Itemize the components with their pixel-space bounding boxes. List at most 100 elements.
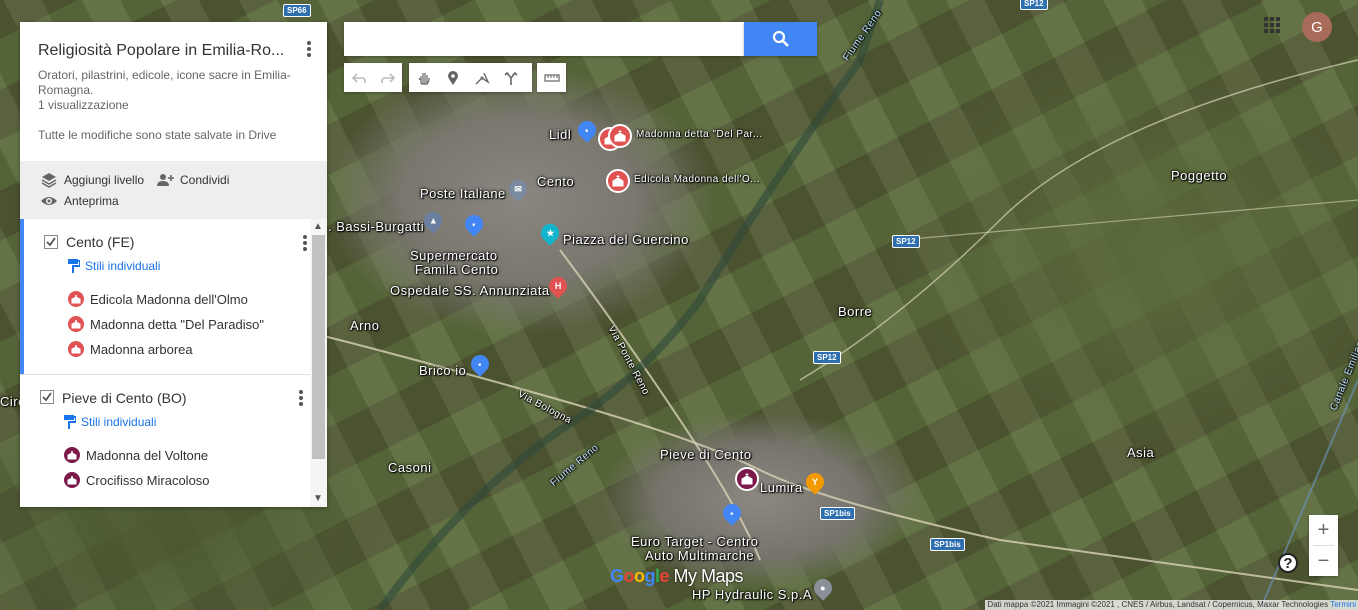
map-place-label: Supermercato: [410, 248, 498, 263]
list-item[interactable]: Edicola Madonna dell'Olmo: [68, 291, 248, 307]
layer-style-link[interactable]: Stili individuali: [64, 415, 156, 429]
measure-group: [537, 63, 566, 92]
list-item[interactable]: Crocifisso Miracoloso: [64, 472, 210, 488]
layer-visibility-checkbox[interactable]: [44, 235, 58, 249]
marker-label[interactable]: Edicola Madonna dell'O...: [634, 174, 760, 185]
help-button[interactable]: ?: [1278, 553, 1298, 573]
hand-icon: [417, 72, 430, 85]
layer-style-link[interactable]: Stili individuali: [68, 259, 160, 273]
layer-options-kebab-icon[interactable]: [294, 389, 308, 407]
redo-button[interactable]: [373, 63, 402, 92]
church-icon: [68, 341, 84, 357]
map-place-label: Borre: [838, 304, 873, 319]
scroll-down-icon[interactable]: ▼: [313, 493, 323, 504]
map-place-label: Pieve di Cento: [660, 447, 752, 462]
account-avatar[interactable]: G: [1302, 12, 1332, 42]
map-place-label: HP Hydraulic S.p.A: [692, 587, 813, 602]
map-place-label: . Bassi-Burgatti: [328, 219, 425, 234]
paint-roller-icon: [64, 415, 76, 429]
eye-icon: [41, 197, 57, 205]
list-item[interactable]: Madonna del Voltone: [64, 447, 208, 463]
list-item-label: Edicola Madonna dell'Olmo: [90, 291, 248, 307]
scrollbar-thumb[interactable]: [312, 235, 325, 459]
church-icon: [68, 316, 84, 332]
list-item-label: Madonna detta "Del Paradiso": [90, 316, 265, 332]
scroll-up-icon[interactable]: ▲: [313, 221, 323, 232]
map-description: Oratori, pilastrini, edicole, icone sacr…: [38, 68, 291, 97]
search-input[interactable]: [344, 22, 744, 56]
list-item[interactable]: Madonna arborea: [68, 341, 193, 357]
paint-roller-icon: [68, 259, 80, 273]
map-place-label: Cento: [537, 174, 575, 189]
layer-visibility-checkbox[interactable]: [40, 390, 54, 404]
directions-button[interactable]: [496, 63, 525, 92]
share-label: Condividi: [180, 173, 230, 187]
map-place-label: Lumira: [760, 480, 803, 495]
zoom-control: + −: [1309, 515, 1338, 576]
place-marker-icon[interactable]: [735, 467, 759, 491]
apps-grid-icon[interactable]: [1264, 17, 1280, 33]
panel-actions: Aggiungi livello Condividi Anteprima: [20, 161, 327, 219]
search-button[interactable]: [744, 22, 817, 56]
place-marker-icon[interactable]: [606, 169, 630, 193]
ruler-icon: [543, 73, 560, 82]
list-item-label: Crocifisso Miracoloso: [86, 472, 210, 488]
map-place-label: Poggetto: [1171, 168, 1228, 183]
road-shield: SP12: [892, 235, 920, 248]
map-place-label: Piazza del Guercino: [563, 232, 689, 247]
attribution-text: Dati mappa ©2021 Immagini ©2021 , CNES /…: [987, 600, 1329, 609]
list-item[interactable]: Madonna detta "Del Paradiso": [68, 316, 264, 332]
marker-icon: [447, 70, 458, 85]
draw-line-icon: [475, 72, 490, 84]
zoom-out-button[interactable]: −: [1309, 546, 1338, 576]
draw-line-button[interactable]: [467, 63, 496, 92]
layer-name[interactable]: Cento (FE): [66, 234, 134, 250]
layer-pieve-di-cento: Pieve di Cento (BO) Stili individuali Ma…: [20, 375, 310, 507]
preview-button[interactable]: Anteprima: [40, 192, 119, 210]
undo-icon: [351, 72, 366, 83]
list-item-label: Madonna arborea: [90, 341, 193, 357]
pan-hand-button[interactable]: [409, 63, 438, 92]
search-icon: [772, 30, 789, 47]
zoom-in-button[interactable]: +: [1309, 515, 1338, 545]
measure-button[interactable]: [537, 63, 566, 92]
map-place-label: Arno: [350, 318, 380, 333]
save-status: Tutte le modifiche sono state salvate in…: [38, 128, 277, 142]
tool-group: [409, 63, 532, 92]
map-place-label: Casoni: [388, 460, 432, 475]
road-shield: SP1bis: [930, 538, 965, 551]
preview-label: Anteprima: [64, 194, 119, 208]
layer-style-label: Stili individuali: [81, 415, 157, 429]
terms-link[interactable]: Termini: [1330, 600, 1356, 609]
layer-cento: Cento (FE) Stili individuali Edicola Mad…: [20, 219, 314, 374]
marker-label[interactable]: Madonna detta "Del Par...: [636, 129, 763, 140]
layer-style-label: Stili individuali: [85, 259, 161, 273]
layers-icon: [41, 173, 57, 188]
map-attribution: Dati mappa ©2021 Immagini ©2021 , CNES /…: [985, 600, 1358, 610]
map-place-label: Famila Cento: [415, 262, 499, 277]
add-layer-label: Aggiungi livello: [64, 173, 145, 187]
logo-suffix: My Maps: [669, 566, 744, 586]
church-icon: [68, 291, 84, 307]
map-place-label: Lidl: [549, 127, 572, 142]
panel-scrollbar[interactable]: ▲ ▼: [310, 219, 327, 507]
add-marker-button[interactable]: [438, 63, 467, 92]
road-shield: SP66: [283, 4, 311, 17]
place-marker-icon[interactable]: [608, 124, 632, 148]
map-title[interactable]: Religiosità Popolare in Emilia-Ro...: [38, 42, 288, 60]
share-button[interactable]: Condividi: [156, 171, 229, 189]
map-options-kebab-icon[interactable]: [302, 40, 316, 58]
road-shield: SP1bis: [820, 507, 855, 520]
map-place-label: Asia: [1127, 445, 1155, 460]
undo-button[interactable]: [344, 63, 373, 92]
list-item-label: Madonna del Voltone: [86, 447, 209, 463]
church-icon: [64, 472, 80, 488]
road-shield: SP12: [813, 351, 841, 364]
undo-redo-group: [344, 63, 402, 92]
road-shield: SP12: [1020, 0, 1048, 10]
layer-name[interactable]: Pieve di Cento (BO): [62, 390, 187, 406]
add-layer-button[interactable]: Aggiungi livello: [40, 171, 144, 189]
google-my-maps-logo: Google My Maps: [610, 566, 744, 586]
map-place-label: Euro Target - Centro: [631, 534, 759, 549]
map-place-label: Brico io: [419, 363, 467, 378]
